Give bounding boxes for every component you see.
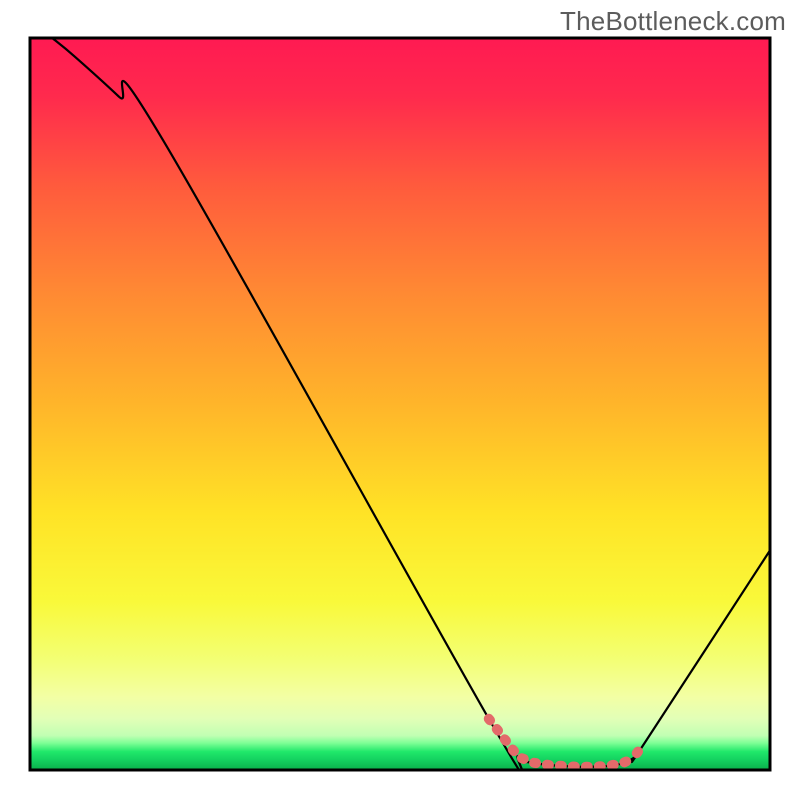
- chart-stage: TheBottleneck.com: [0, 0, 800, 800]
- plot-background: [30, 38, 770, 770]
- bottleneck-chart: [0, 0, 800, 800]
